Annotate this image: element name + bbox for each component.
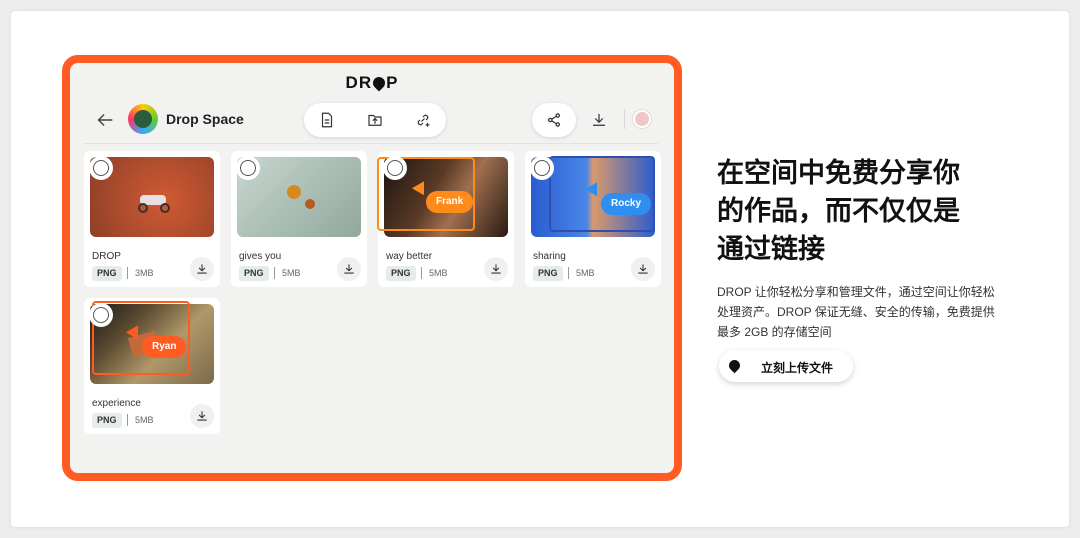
drop-logo-icon: [726, 357, 743, 374]
headline-line: 在空间中免费分享你: [717, 158, 960, 188]
description-line: 处理资产。DROP 保证无缝、安全的传输，免费提供: [717, 305, 995, 319]
file-name: gives you: [239, 251, 282, 262]
hero-headline: 在空间中免费分享你 的作品，而不仅仅是 通过链接: [717, 154, 1037, 268]
file-name: sharing: [533, 251, 566, 262]
file-name: DROP: [92, 251, 121, 262]
file-size: 5MB: [429, 268, 448, 278]
file-type-badge: PNG: [386, 266, 416, 281]
download-icon[interactable]: [590, 111, 608, 129]
download-icon: [491, 264, 501, 274]
description-line: DROP 让你轻松分享和管理文件，通过空间让你轻松: [717, 285, 995, 299]
space-avatar: [128, 104, 158, 134]
meta-separator: [274, 267, 275, 279]
download-icon: [197, 411, 207, 421]
file-size: 5MB: [282, 268, 301, 278]
meta-separator: [568, 267, 569, 279]
space-toolbar: Drop Space: [84, 99, 658, 141]
file-card[interactable]: Frank way better PNG 5MB: [377, 151, 514, 287]
upload-cta-button[interactable]: 立刻上传文件: [719, 350, 853, 382]
file-type-badge: PNG: [92, 413, 122, 428]
meta-separator: [421, 267, 422, 279]
hero-description: DROP 让你轻松分享和管理文件，通过空间让你轻松 处理资产。DROP 保证无缝…: [717, 282, 1017, 342]
share-button[interactable]: [532, 103, 576, 137]
file-size: 5MB: [135, 415, 154, 425]
share-icon: [548, 113, 561, 127]
tool-group: [304, 103, 446, 137]
select-checkbox[interactable]: [89, 303, 113, 327]
space-title: Drop Space: [166, 111, 244, 127]
description-line: 最多 2GB 的存储空间: [717, 325, 832, 339]
file-download-button[interactable]: [631, 257, 655, 281]
download-icon: [638, 264, 648, 274]
app-preview-frame: DR P Drop Space DROP PNG 3MB gives you P…: [62, 55, 682, 481]
back-arrow-icon[interactable]: [94, 109, 116, 131]
brand-logo: DR P: [70, 73, 674, 93]
file-type-badge: PNG: [92, 266, 122, 281]
file-size: 5MB: [576, 268, 595, 278]
file-download-button[interactable]: [484, 257, 508, 281]
file-size: 3MB: [135, 268, 154, 278]
file-download-button[interactable]: [190, 404, 214, 428]
select-checkbox[interactable]: [530, 156, 554, 180]
file-card[interactable]: gives you PNG 5MB: [231, 151, 367, 287]
meta-separator: [127, 267, 128, 279]
select-checkbox[interactable]: [89, 156, 113, 180]
add-link-icon[interactable]: [414, 111, 432, 129]
file-download-button[interactable]: [190, 257, 214, 281]
collaborator-tag: Ryan: [142, 336, 187, 358]
brand-text-post: P: [386, 73, 399, 92]
upload-folder-icon[interactable]: [366, 111, 384, 129]
select-checkbox[interactable]: [383, 156, 407, 180]
toolbar-divider: [624, 109, 625, 129]
file-card[interactable]: Ryan experience PNG 5MB: [84, 298, 220, 434]
file-name: experience: [92, 398, 141, 409]
download-icon: [344, 264, 354, 274]
file-type-badge: PNG: [533, 266, 563, 281]
select-checkbox[interactable]: [236, 156, 260, 180]
file-card[interactable]: Rocky sharing PNG 5MB: [525, 151, 661, 287]
file-download-button[interactable]: [337, 257, 361, 281]
file-type-badge: PNG: [239, 266, 269, 281]
user-avatar[interactable]: [633, 110, 651, 128]
headline-line: 的作品，而不仅仅是: [717, 196, 960, 226]
file-card[interactable]: DROP PNG 3MB: [84, 151, 220, 287]
cta-label: 立刻上传文件: [761, 361, 834, 375]
collaborator-tag: Frank: [426, 191, 474, 213]
meta-separator: [127, 414, 128, 426]
file-name: way better: [386, 251, 433, 262]
brand-text-pre: DR: [345, 73, 373, 92]
collaborator-tag: Rocky: [601, 193, 652, 215]
new-file-icon[interactable]: [318, 111, 336, 129]
toolbar-divider-line: [84, 143, 658, 144]
headline-line: 通过链接: [717, 234, 825, 264]
download-icon: [197, 264, 207, 274]
